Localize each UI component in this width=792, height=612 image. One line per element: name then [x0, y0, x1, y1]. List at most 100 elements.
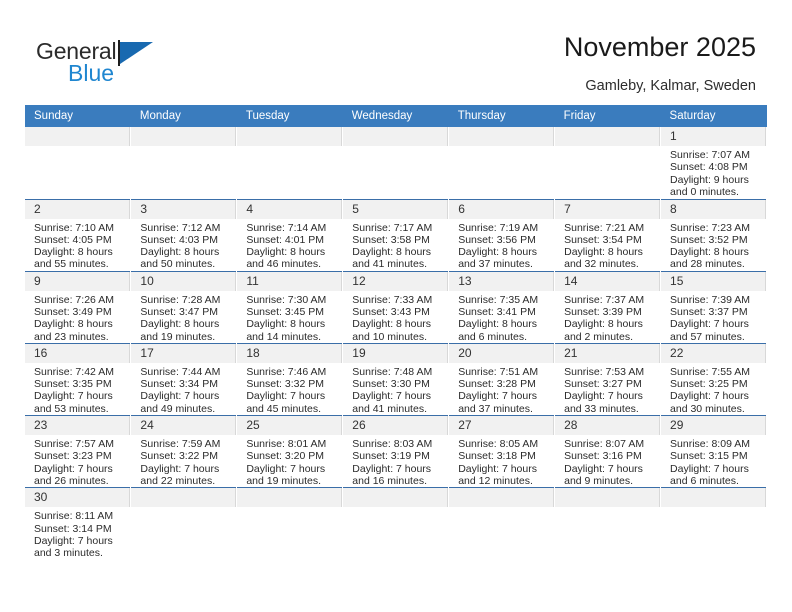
calendar-day-cell[interactable]: 9 Sunrise: 7:26 AM Sunset: 3:49 PM Daylight… — [25, 270, 132, 344]
calendar-day-cell[interactable]: 11 Sunrise: 7:30 AM Sunset: 3:45 PM Dayligh… — [236, 270, 344, 344]
calendar-day-cell[interactable]: 14 Sunrise: 7:37 AM Sunset: 3:39 PM Dayligh… — [554, 270, 662, 344]
daylight-duration-line2: and 30 minutes. — [670, 402, 745, 415]
sunrise-time: Sunrise: 7:44 AM — [140, 365, 221, 378]
calendar-day-cell-empty — [25, 127, 132, 199]
day-sun-info: Sunrise: 7:19 AM Sunset: 3:56 PM Daylight:… — [449, 219, 554, 271]
day-number: 28 — [555, 416, 661, 436]
sunrise-time: Sunrise: 7:30 AM — [246, 293, 327, 306]
calendar-day-cell[interactable]: 24 Sunrise: 7:59 AM Sunset: 3:22 PM Dayligh… — [130, 415, 238, 488]
calendar-day-cell[interactable]: 4 Sunrise: 7:14 AM Sunset: 4:01 PM Daylight… — [236, 198, 344, 272]
daylight-duration-line1: Daylight: 8 hours — [140, 246, 220, 259]
day-number: 26 — [343, 416, 449, 436]
calendar-day-cell[interactable]: 5 Sunrise: 7:17 AM Sunset: 3:58 PM Daylight… — [342, 198, 450, 272]
calendar-day-cell[interactable]: 3 Sunrise: 7:12 AM Sunset: 4:03 PM Daylight… — [130, 198, 238, 272]
calendar-day-cell-empty — [660, 487, 767, 560]
day-number — [343, 488, 449, 508]
calendar-day-cell[interactable]: 8 Sunrise: 7:23 AM Sunset: 3:52 PM Daylight… — [660, 198, 767, 272]
day-number: 14 — [555, 271, 661, 291]
day-sun-info: Sunrise: 7:30 AM Sunset: 3:45 PM Daylight:… — [237, 291, 342, 343]
daylight-duration-line2: and 10 minutes. — [352, 330, 427, 343]
daylight-duration-line1: Daylight: 7 hours — [458, 462, 537, 475]
sunrise-time: Sunrise: 7:26 AM — [34, 293, 114, 306]
day-number: 20 — [449, 343, 555, 363]
sunrise-time: Sunrise: 8:05 AM — [458, 438, 539, 451]
day-number: 2 — [25, 199, 131, 219]
day-sun-info: Sunrise: 7:53 AM Sunset: 3:27 PM Daylight:… — [555, 363, 660, 415]
day-sun-info: Sunrise: 7:51 AM Sunset: 3:28 PM Daylight:… — [449, 363, 554, 415]
sunset-time: Sunset: 3:23 PM — [34, 450, 112, 463]
sunset-time: Sunset: 3:18 PM — [458, 450, 536, 463]
daylight-duration-line1: Daylight: 7 hours — [140, 390, 220, 403]
day-number — [661, 488, 766, 508]
daylight-duration-line2: and 28 minutes. — [670, 258, 745, 271]
calendar-day-cell[interactable]: 13 Sunrise: 7:35 AM Sunset: 3:41 PM Dayligh… — [448, 270, 556, 344]
day-number: 11 — [237, 271, 343, 291]
day-sun-info: Sunrise: 7:48 AM Sunset: 3:30 PM Daylight:… — [343, 363, 448, 415]
daylight-duration-line1: Daylight: 8 hours — [246, 318, 326, 331]
daylight-duration-line1: Daylight: 8 hours — [352, 246, 432, 259]
calendar-day-cell[interactable]: 22 Sunrise: 7:55 AM Sunset: 3:25 PM Dayligh… — [660, 342, 767, 416]
calendar-day-cell[interactable]: 30 Sunrise: 8:11 AM Sunset: 3:14 PM Dayligh… — [25, 487, 132, 560]
sunset-time: Sunset: 3:28 PM — [458, 378, 536, 391]
sunrise-time: Sunrise: 7:33 AM — [352, 293, 433, 306]
logo-triangle-icon — [120, 42, 153, 64]
calendar-week-row: 9 Sunrise: 7:26 AM Sunset: 3:49 PM Daylight… — [25, 270, 767, 344]
day-sun-info: Sunrise: 7:46 AM Sunset: 3:32 PM Daylight:… — [237, 363, 342, 415]
calendar-day-cell[interactable]: 28 Sunrise: 8:07 AM Sunset: 3:16 PM Dayligh… — [554, 415, 662, 488]
sunset-time: Sunset: 4:05 PM — [34, 233, 112, 246]
calendar-day-cell-empty — [130, 487, 238, 560]
sunrise-time: Sunrise: 7:21 AM — [564, 221, 645, 234]
sunset-time: Sunset: 3:14 PM — [34, 522, 112, 535]
calendar-day-cell[interactable]: 27 Sunrise: 8:05 AM Sunset: 3:18 PM Dayligh… — [448, 415, 556, 488]
calendar-day-cell[interactable]: 12 Sunrise: 7:33 AM Sunset: 3:43 PM Dayligh… — [342, 270, 450, 344]
daylight-duration-line2: and 57 minutes. — [670, 330, 745, 343]
calendar-day-cell[interactable]: 21 Sunrise: 7:53 AM Sunset: 3:27 PM Dayligh… — [554, 342, 662, 416]
sunset-time: Sunset: 3:34 PM — [140, 378, 219, 391]
daylight-duration-line2: and 37 minutes. — [458, 258, 533, 271]
daylight-duration-line1: Daylight: 7 hours — [352, 390, 432, 403]
daylight-duration-line2: and 2 minutes. — [564, 330, 633, 343]
calendar-day-cell[interactable]: 26 Sunrise: 8:03 AM Sunset: 3:19 PM Dayligh… — [342, 415, 450, 488]
sunrise-time: Sunrise: 8:09 AM — [670, 438, 750, 451]
day-sun-info: Sunrise: 7:07 AM Sunset: 4:08 PM Daylight:… — [661, 146, 766, 198]
calendar-day-cell[interactable]: 25 Sunrise: 8:01 AM Sunset: 3:20 PM Dayligh… — [236, 415, 344, 488]
day-number: 4 — [237, 199, 343, 219]
calendar-day-cell[interactable]: 7 Sunrise: 7:21 AM Sunset: 3:54 PM Daylight… — [554, 198, 662, 272]
calendar-day-cell[interactable]: 10 Sunrise: 7:28 AM Sunset: 3:47 PM Dayligh… — [130, 270, 238, 344]
daylight-duration-line1: Daylight: 8 hours — [352, 318, 432, 331]
calendar-week-row: 23 Sunrise: 7:57 AM Sunset: 3:23 PM Dayligh… — [25, 415, 767, 488]
calendar-day-cell[interactable]: 15 Sunrise: 7:39 AM Sunset: 3:37 PM Dayligh… — [660, 270, 767, 344]
day-sun-info: Sunrise: 7:55 AM Sunset: 3:25 PM Daylight:… — [661, 363, 766, 415]
sunrise-time: Sunrise: 7:17 AM — [352, 221, 433, 234]
daylight-duration-line2: and 0 minutes. — [670, 185, 739, 198]
sunrise-time: Sunrise: 7:07 AM — [670, 149, 750, 161]
calendar-day-cell[interactable]: 17 Sunrise: 7:44 AM Sunset: 3:34 PM Dayligh… — [130, 342, 238, 416]
calendar-day-cell[interactable]: 2 Sunrise: 7:10 AM Sunset: 4:05 PM Daylight… — [25, 198, 132, 272]
day-number: 16 — [25, 343, 131, 363]
daylight-duration-line1: Daylight: 7 hours — [352, 462, 432, 475]
day-sun-info: Sunrise: 7:23 AM Sunset: 3:52 PM Daylight:… — [661, 219, 766, 271]
calendar-day-cell-empty — [236, 127, 344, 199]
day-sun-info: Sunrise: 8:05 AM Sunset: 3:18 PM Daylight:… — [449, 435, 554, 487]
calendar-day-cell[interactable]: 19 Sunrise: 7:48 AM Sunset: 3:30 PM Dayligh… — [342, 342, 450, 416]
weekday-header-tuesday: Tuesday — [236, 105, 343, 127]
calendar-day-cell[interactable]: 18 Sunrise: 7:46 AM Sunset: 3:32 PM Dayligh… — [236, 342, 344, 416]
daylight-duration-line1: Daylight: 7 hours — [670, 390, 749, 403]
calendar-day-cell[interactable]: 16 Sunrise: 7:42 AM Sunset: 3:35 PM Dayligh… — [25, 342, 132, 416]
calendar-day-cell-empty — [448, 127, 556, 199]
calendar-day-cell[interactable]: 29 Sunrise: 8:09 AM Sunset: 3:15 PM Dayligh… — [660, 415, 767, 488]
daylight-duration-line2: and 6 minutes. — [670, 474, 739, 487]
calendar-day-cell-empty — [236, 487, 344, 560]
calendar-day-cell-empty — [448, 487, 556, 560]
sunset-time: Sunset: 3:32 PM — [246, 378, 324, 391]
calendar-day-cell-empty — [130, 127, 238, 199]
weekday-header-monday: Monday — [130, 105, 237, 127]
daylight-duration-line2: and 14 minutes. — [246, 330, 322, 343]
calendar-day-cell[interactable]: 1 Sunrise: 7:07 AM Sunset: 4:08 PM Daylight… — [660, 127, 767, 199]
calendar-day-cell[interactable]: 23 Sunrise: 7:57 AM Sunset: 3:23 PM Dayligh… — [25, 415, 132, 488]
day-number: 23 — [25, 416, 131, 436]
calendar-day-cell[interactable]: 6 Sunrise: 7:19 AM Sunset: 3:56 PM Daylight… — [448, 198, 556, 272]
sunset-time: Sunset: 3:30 PM — [352, 378, 430, 391]
weekday-header-wednesday: Wednesday — [342, 105, 449, 127]
calendar-day-cell[interactable]: 20 Sunrise: 7:51 AM Sunset: 3:28 PM Dayligh… — [448, 342, 556, 416]
